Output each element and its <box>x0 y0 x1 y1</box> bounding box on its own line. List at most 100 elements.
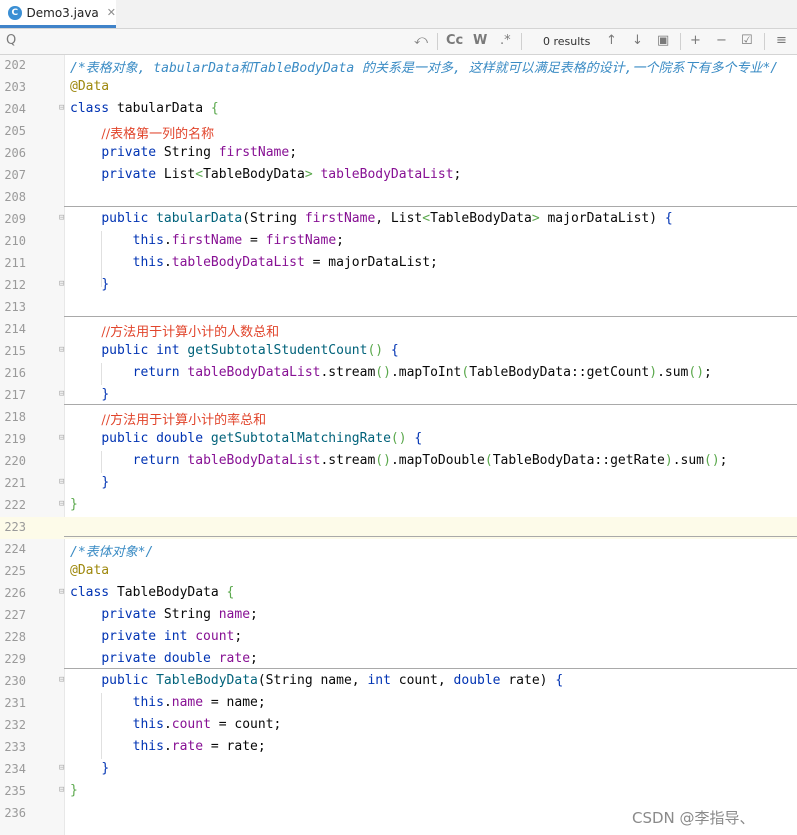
select-all-icon[interactable]: ☑ <box>741 33 753 48</box>
add-occurrence-icon[interactable]: + <box>690 33 701 48</box>
line-number: 221 <box>4 476 26 490</box>
fold-marker-icon[interactable]: ⊟ <box>59 786 67 795</box>
fold-marker-icon[interactable]: ⊟ <box>59 214 67 223</box>
line-number: 203 <box>4 80 26 94</box>
close-tab-icon[interactable]: ✕ <box>107 6 116 19</box>
fold-marker-icon[interactable]: ⊟ <box>59 500 67 509</box>
line-number: 214 <box>4 322 26 336</box>
whole-words-toggle[interactable]: W <box>473 33 487 48</box>
fold-marker-icon[interactable]: ⊟ <box>59 764 67 773</box>
tab-demo3-java[interactable]: C Demo3.java ✕ <box>0 0 116 28</box>
indent-guide <box>101 451 102 473</box>
code-line[interactable]: 207 private List<TableBodyData> tableBod… <box>0 165 797 187</box>
fold-marker-icon[interactable]: ⊟ <box>59 588 67 597</box>
code-text: //方法用于计算小计的率总和 <box>101 413 267 428</box>
line-number: 216 <box>4 366 26 380</box>
line-number: 236 <box>4 806 26 820</box>
code-line[interactable]: 206 private String firstName; <box>0 143 797 165</box>
code-text: public TableBodyData(String name, int co… <box>101 673 564 688</box>
code-line[interactable]: 219 ⊟ public double getSubtotalMatchingRa… <box>0 429 797 451</box>
code-line[interactable]: 224 /*表体对象*/ <box>0 539 797 561</box>
line-number: 213 <box>4 300 26 314</box>
line-number: 222 <box>4 498 26 512</box>
fold-marker-icon[interactable]: ⊟ <box>59 434 67 443</box>
method-separator <box>64 668 797 669</box>
line-number: 224 <box>4 542 26 556</box>
indent-guide <box>101 693 102 759</box>
fold-marker-icon[interactable]: ⊟ <box>59 390 67 399</box>
method-separator <box>64 206 797 207</box>
code-text: //表格第一列的名称 <box>101 127 215 142</box>
code-line[interactable]: 226 ⊟ class TableBodyData { <box>0 583 797 605</box>
code-text: public double getSubtotalMatchingRate() … <box>101 431 423 446</box>
line-number: 207 <box>4 168 26 182</box>
code-line[interactable]: 212 ⊟ } <box>0 275 797 297</box>
code-line[interactable]: 235 ⊟} <box>0 781 797 803</box>
code-line[interactable]: 227 private String name; <box>0 605 797 627</box>
code-line[interactable]: 231 this.name = name; <box>0 693 797 715</box>
line-number: 233 <box>4 740 26 754</box>
line-number: 210 <box>4 234 26 248</box>
code-line[interactable]: 233 this.rate = rate; <box>0 737 797 759</box>
code-editor[interactable]: 202 /*表格对象, tabularData和TableBodyData 的关系… <box>0 55 797 835</box>
code-text: this.rate = rate; <box>132 739 266 754</box>
code-text: class tabularData { <box>70 101 219 116</box>
code-text: @Data <box>70 79 110 94</box>
code-text: } <box>70 783 78 798</box>
code-text: } <box>101 387 110 402</box>
line-number: 215 <box>4 344 26 358</box>
line-number: 220 <box>4 454 26 468</box>
code-line[interactable]: 210 this.firstName = firstName; <box>0 231 797 253</box>
line-number: 204 <box>4 102 26 116</box>
code-line[interactable]: 218 //方法用于计算小计的率总和 <box>0 407 797 429</box>
code-text: this.name = name; <box>132 695 266 710</box>
code-line[interactable]: 215 ⊟ public int getSubtotalStudentCount(… <box>0 341 797 363</box>
line-number: 225 <box>4 564 26 578</box>
previous-occurrence-icon[interactable]: ↑ <box>606 33 617 48</box>
code-text: private String name; <box>101 607 258 622</box>
fold-marker-icon[interactable]: ⊟ <box>59 104 67 113</box>
code-text: private double rate; <box>101 651 258 666</box>
separator <box>521 33 522 50</box>
editor-tab-bar: C Demo3.java ✕ <box>0 0 797 29</box>
code-line[interactable]: 222 ⊟} <box>0 495 797 517</box>
match-case-toggle[interactable]: Cc <box>446 33 463 48</box>
code-line[interactable]: 225 @Data <box>0 561 797 583</box>
code-text: private int count; <box>101 629 243 644</box>
code-line[interactable]: 232 this.count = count; <box>0 715 797 737</box>
indent-guide <box>101 231 102 287</box>
code-line[interactable]: 230 ⊟ public TableBodyData(String name, i… <box>0 671 797 693</box>
code-line[interactable]: 228 private int count; <box>0 627 797 649</box>
filter-icon[interactable]: ≡ <box>776 33 787 48</box>
fold-marker-icon[interactable]: ⊟ <box>59 676 67 685</box>
new-line-icon[interactable]: ⤺ <box>414 33 428 48</box>
regex-toggle[interactable]: .* <box>500 33 511 48</box>
code-text: public tabularData(String firstName, Lis… <box>101 211 673 226</box>
line-number: 211 <box>4 256 26 270</box>
next-occurrence-icon[interactable]: ↓ <box>632 33 643 48</box>
code-line[interactable]: 211 this.tableBodyDataList = majorDataLi… <box>0 253 797 275</box>
code-line[interactable]: 214 //方法用于计算小计的人数总和 <box>0 319 797 341</box>
indent-guide <box>101 363 102 385</box>
code-text: } <box>70 497 78 512</box>
code-line[interactable]: 209 ⊟ public tabularData(String firstName… <box>0 209 797 231</box>
code-line[interactable]: 204 ⊟ class tabularData { <box>0 99 797 121</box>
code-line[interactable]: 220 return tableBodyDataList.stream().ma… <box>0 451 797 473</box>
select-all-occurrences-icon[interactable]: ▣ <box>657 33 669 48</box>
fold-marker-icon[interactable]: ⊟ <box>59 346 67 355</box>
code-text: class TableBodyData { <box>70 585 235 600</box>
code-line[interactable]: 234 ⊟ } <box>0 759 797 781</box>
code-line[interactable]: 205 //表格第一列的名称 <box>0 121 797 143</box>
remove-occurrence-icon[interactable]: − <box>716 33 727 48</box>
line-number: 230 <box>4 674 26 688</box>
search-icon[interactable]: Q <box>6 33 16 48</box>
code-line[interactable]: 203 @Data <box>0 77 797 99</box>
code-line[interactable]: 216 return tableBodyDataList.stream().ma… <box>0 363 797 385</box>
line-number: 229 <box>4 652 26 666</box>
code-line[interactable]: 202 /*表格对象, tabularData和TableBodyData 的关系… <box>0 55 797 77</box>
line-number: 232 <box>4 718 26 732</box>
fold-marker-icon[interactable]: ⊟ <box>59 478 67 487</box>
code-line[interactable]: 221 ⊟ } <box>0 473 797 495</box>
code-text: //方法用于计算小计的人数总和 <box>101 325 280 340</box>
fold-marker-icon[interactable]: ⊟ <box>59 280 67 289</box>
